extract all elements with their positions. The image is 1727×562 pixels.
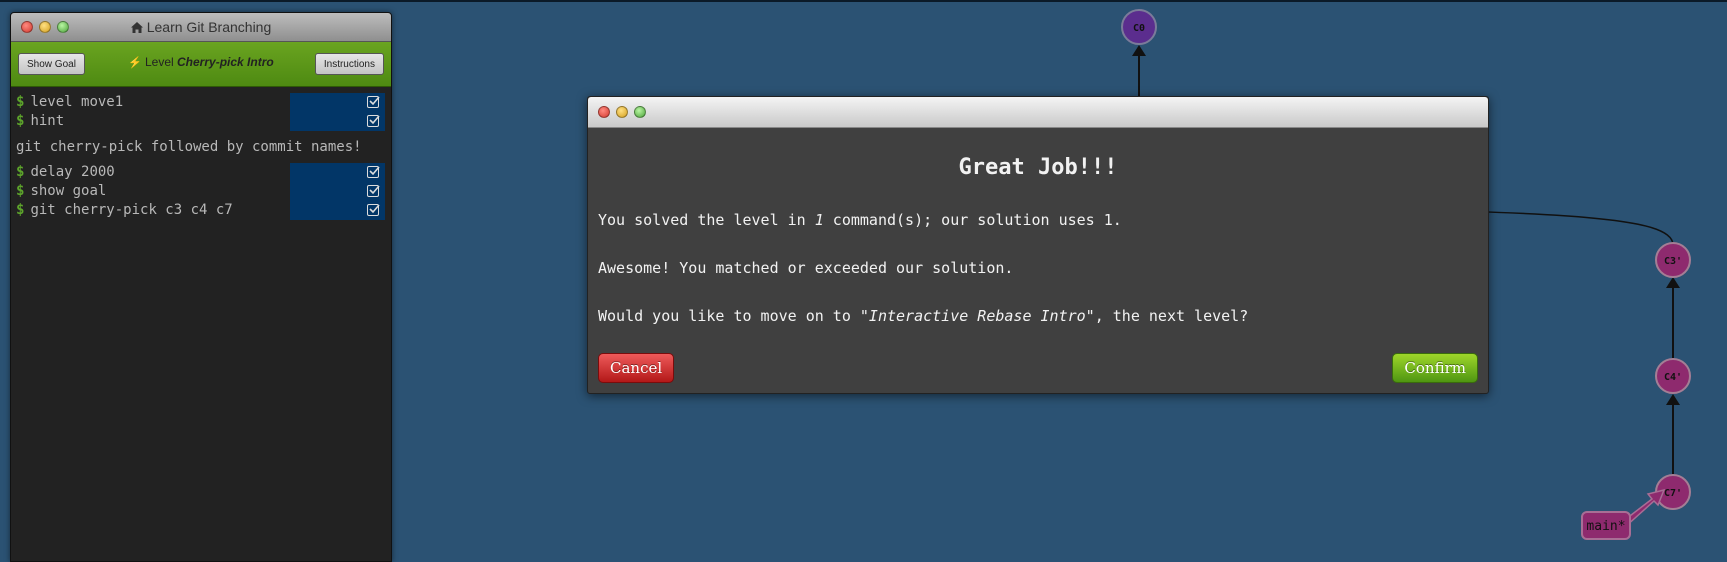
command-status (290, 93, 385, 112)
command-status (290, 182, 385, 201)
svg-text:C0: C0 (1133, 23, 1145, 34)
next-level-message: Would you like to move on to "Interactiv… (598, 307, 1248, 325)
prompt-symbol: $ (16, 113, 25, 129)
command-row: $ hint (11, 112, 391, 131)
commit-node-c0: C0 (1121, 9, 1157, 45)
command-text: hint (30, 113, 65, 129)
dialog-titlebar (588, 97, 1488, 128)
result-message-end: command(s); our solution uses 1. (823, 211, 1122, 229)
prompt-symbol: $ (16, 202, 25, 218)
command-count: 1 (814, 211, 824, 229)
maximize-icon[interactable] (634, 106, 646, 118)
terminal-titlebar: Learn Git Branching (11, 13, 391, 42)
praise-message: Awesome! You matched or exceeded our sol… (598, 259, 1014, 277)
command-history: $ level move1 $ hint git cherry-pick follo… (11, 87, 391, 220)
command-row: $ delay 2000 (11, 163, 391, 182)
prompt-symbol: $ (16, 183, 25, 199)
hint-message: git cherry-pick followed by commit names… (16, 139, 362, 155)
svg-text:C4': C4' (1664, 372, 1682, 383)
next-level-message-start: Would you like to move on to (598, 307, 860, 325)
terminal-window: Learn Git Branching Show Goal ⚡ Level Che… (10, 12, 392, 562)
command-status (290, 112, 385, 131)
arrow-to-c4 (1666, 394, 1680, 405)
command-status (290, 163, 385, 182)
level-prefix: Level (144, 55, 174, 69)
checkbox-checked-icon (367, 204, 380, 216)
terminal-title: Learn Git Branching (11, 19, 391, 35)
level-complete-dialog: Great Job!!! You solved the level in 1 c… (587, 96, 1489, 394)
result-message-start: You solved the level in (598, 211, 815, 229)
command-text: show goal (30, 183, 107, 199)
svg-text:C7': C7' (1664, 488, 1682, 499)
prompt-symbol: $ (16, 164, 25, 180)
result-message: You solved the level in 1 command(s); ou… (598, 211, 1122, 229)
checkbox-checked-icon (367, 166, 380, 178)
command-row: $ level move1 (11, 93, 391, 112)
prompt-symbol: $ (16, 94, 25, 110)
cancel-button[interactable]: Cancel (598, 353, 675, 383)
arrow-to-c3 (1666, 277, 1680, 288)
checkbox-checked-icon (367, 115, 380, 127)
svg-text:main*: main* (1586, 519, 1625, 534)
svg-text:C3': C3' (1664, 256, 1682, 267)
command-status (290, 201, 385, 220)
bolt-icon: ⚡ (128, 57, 142, 69)
minimize-icon[interactable] (616, 106, 628, 118)
confirm-button[interactable]: Confirm (1392, 353, 1478, 383)
dialog-heading: Great Job!!! (958, 155, 1118, 180)
level-name: Cherry-pick Intro (177, 55, 274, 69)
command-row: $ show goal (11, 182, 391, 201)
arrow-to-c0 (1132, 45, 1146, 56)
home-icon (130, 22, 143, 33)
commit-node-c4: C4' (1655, 358, 1691, 394)
commit-node-c3: C3' (1655, 242, 1691, 278)
checkbox-checked-icon (367, 185, 380, 197)
level-toolbar: Show Goal ⚡ Level Cherry-pick Intro Instr… (11, 42, 391, 87)
command-row: $ git cherry-pick c3 c4 c7 (11, 201, 391, 220)
instructions-button[interactable]: Instructions (314, 53, 384, 75)
command-text: delay 2000 (30, 164, 115, 180)
checkbox-checked-icon (367, 96, 380, 108)
command-text: git cherry-pick c3 c4 c7 (30, 202, 233, 218)
close-icon[interactable] (598, 106, 610, 118)
next-level-message-end: , the next level? (1094, 307, 1249, 325)
dialog-window-controls (598, 106, 646, 118)
branch-label-main: main* (1581, 511, 1631, 540)
next-level-name: "Interactive Rebase Intro" (859, 307, 1095, 325)
terminal-title-text: Learn Git Branching (146, 19, 272, 35)
command-text: level move1 (30, 94, 124, 110)
